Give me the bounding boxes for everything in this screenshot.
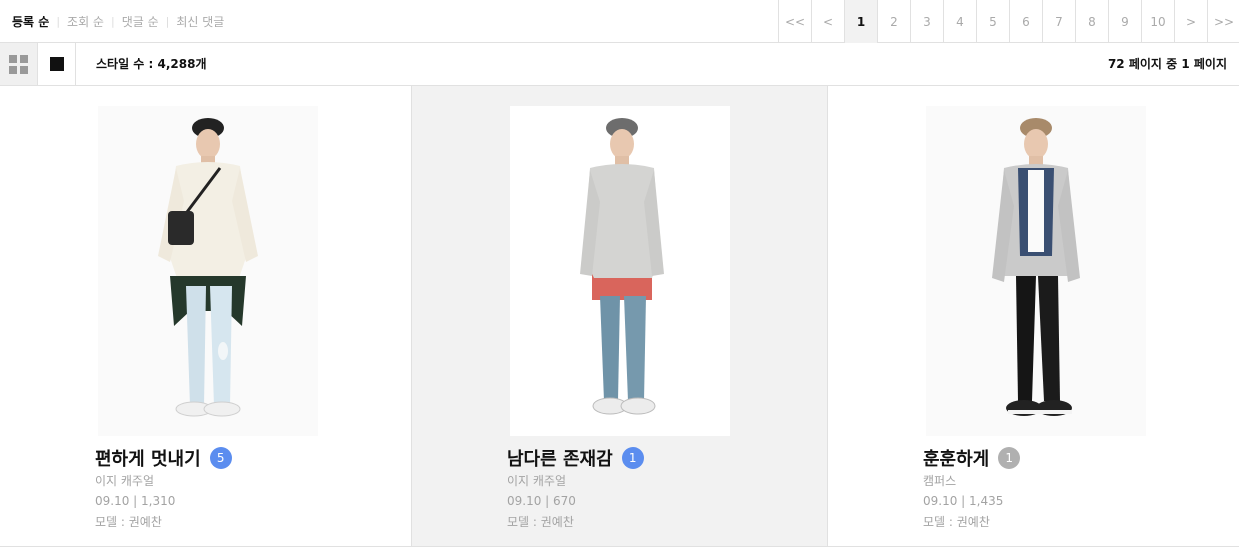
style-card: 편하게 멋내기 5 이지 캐주얼 09.10 | 1,310 모델 : 권예찬: [0, 86, 412, 546]
page-button-2[interactable]: 2: [877, 0, 910, 43]
style-date-views: 09.10 | 1,435: [923, 494, 1004, 508]
prev-page-button[interactable]: <: [811, 0, 844, 43]
grid-icon: [9, 54, 28, 74]
last-page-button[interactable]: >>: [1207, 0, 1239, 43]
style-list: 편하게 멋내기 5 이지 캐주얼 09.10 | 1,310 모델 : 권예찬: [0, 86, 1239, 546]
style-category: 캠퍼스: [923, 474, 957, 488]
style-card: 남다른 존재감 1 이지 캐주얼 09.10 | 670 모델 : 권예찬: [412, 86, 828, 546]
comment-count-badge: 1: [621, 447, 644, 469]
title-row: 남다른 존재감 1: [507, 444, 807, 472]
title-row: 훈훈하게 1: [923, 444, 1223, 472]
style-info: 남다른 존재감 1 이지 캐주얼 09.10 | 670 모델 : 권예찬: [507, 444, 807, 532]
page-button-4[interactable]: 4: [943, 0, 976, 43]
divider: |: [56, 14, 61, 28]
divider: [0, 546, 1239, 547]
style-info: 편하게 멋내기 5 이지 캐주얼 09.10 | 1,310 모델 : 권예찬: [95, 444, 395, 532]
style-category: 이지 캐주얼: [95, 474, 155, 488]
style-title[interactable]: 남다른 존재감: [507, 445, 613, 471]
page-button-10[interactable]: 10: [1141, 0, 1174, 43]
single-view-button[interactable]: [38, 43, 76, 85]
page-button-3[interactable]: 3: [910, 0, 943, 43]
sort-by-comments[interactable]: 댓글 순: [122, 13, 159, 30]
sort-by-latest-comment[interactable]: 최신 댓글: [176, 13, 224, 30]
style-date-views: 09.10 | 670: [507, 494, 576, 508]
sort-by-registered[interactable]: 등록 순: [12, 13, 49, 30]
style-photo[interactable]: [98, 106, 318, 436]
model-photo: [992, 118, 1080, 416]
style-photo[interactable]: [510, 106, 730, 436]
list-toolbar: 스타일 수 : 4,288개 72 페이지 중 1 페이지: [0, 43, 1239, 86]
page-button-7[interactable]: 7: [1042, 0, 1075, 43]
page-button-8[interactable]: 8: [1075, 0, 1108, 43]
style-count: 스타일 수 : 4,288개: [96, 57, 207, 71]
model-photo: [158, 118, 258, 417]
style-title[interactable]: 훈훈하게: [923, 445, 989, 471]
page-button-6[interactable]: 6: [1009, 0, 1042, 43]
first-page-button[interactable]: <<: [778, 0, 811, 43]
model-photo: [580, 118, 664, 415]
comment-count-badge: 1: [998, 447, 1021, 469]
next-page-button[interactable]: >: [1174, 0, 1207, 43]
style-date-views: 09.10 | 1,310: [95, 494, 176, 508]
divider: |: [165, 14, 170, 28]
sort-by-views[interactable]: 조회 순: [67, 13, 104, 30]
style-model: 모델 : 권예찬: [923, 515, 990, 529]
divider: |: [110, 14, 115, 28]
square-icon: [49, 57, 64, 71]
title-row: 편하게 멋내기 5: [95, 444, 395, 472]
page-button-1[interactable]: 1: [844, 0, 877, 43]
grid-view-button[interactable]: [0, 43, 38, 85]
pagination: << < 1 2 3 4 5 6 7 8 9 10 > >>: [778, 0, 1239, 43]
style-card: 훈훈하게 1 캠퍼스 09.10 | 1,435 모델 : 권예찬: [828, 86, 1239, 546]
style-model: 모델 : 권예찬: [95, 515, 162, 529]
style-title[interactable]: 편하게 멋내기: [95, 445, 201, 471]
style-photo[interactable]: [926, 106, 1146, 436]
comment-count-badge: 5: [209, 447, 232, 469]
sort-options: 등록 순 | 조회 순 | 댓글 순 | 최신 댓글: [12, 0, 224, 42]
page-button-5[interactable]: 5: [976, 0, 1009, 43]
page-info: 72 페이지 중 1 페이지: [1107, 57, 1227, 71]
sort-bar: 등록 순 | 조회 순 | 댓글 순 | 최신 댓글 << < 1 2 3 4 …: [0, 0, 1239, 43]
page-button-9[interactable]: 9: [1108, 0, 1141, 43]
style-info: 훈훈하게 1 캠퍼스 09.10 | 1,435 모델 : 권예찬: [923, 444, 1223, 532]
style-category: 이지 캐주얼: [507, 474, 567, 488]
style-model: 모델 : 권예찬: [507, 515, 574, 529]
